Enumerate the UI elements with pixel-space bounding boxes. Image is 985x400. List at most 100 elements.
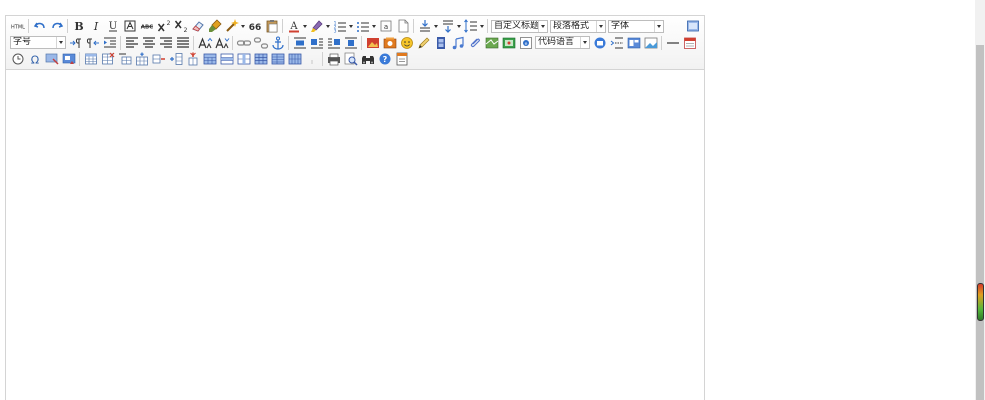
toolbar-row-3: Ω ? xyxy=(9,51,701,68)
insert-video-button[interactable] xyxy=(432,35,449,51)
justify-right-button[interactable] xyxy=(157,35,174,51)
pagebreak-button[interactable] xyxy=(608,35,625,51)
music-button[interactable] xyxy=(449,35,466,51)
page-scrollbar[interactable] xyxy=(975,0,985,400)
time-button[interactable] xyxy=(9,51,26,67)
split-to-rows-button[interactable] xyxy=(269,51,286,67)
paragraph-format-select[interactable]: 段落格式 xyxy=(550,19,606,33)
clear-doc-button[interactable] xyxy=(394,18,411,34)
print-button[interactable] xyxy=(325,51,342,67)
scrollbar-thumb[interactable] xyxy=(976,45,984,400)
unordered-list-button[interactable] xyxy=(354,18,371,34)
line-height-dropdown[interactable] xyxy=(479,18,485,34)
anchor-button[interactable] xyxy=(269,35,286,51)
split-to-cols-button[interactable] xyxy=(286,51,303,67)
image-none-button[interactable] xyxy=(291,35,308,51)
indent-button[interactable] xyxy=(101,35,118,51)
split-to-cells-button[interactable] xyxy=(252,51,269,67)
omega-icon: Ω xyxy=(30,54,38,67)
toolbar-separator xyxy=(288,35,289,50)
remove-format-button[interactable] xyxy=(189,18,206,34)
insert-col-button[interactable] xyxy=(167,51,184,67)
strikethrough-button[interactable]: ABC xyxy=(138,18,155,34)
italic-button[interactable]: I xyxy=(87,18,104,34)
insert-table-button[interactable] xyxy=(82,51,99,67)
attachment-button[interactable] xyxy=(466,35,483,51)
subscript-button[interactable]: 2 xyxy=(172,18,189,34)
frame-icon: e xyxy=(519,36,532,49)
font-family-select-value: 字体 xyxy=(611,20,630,31)
delete-row-button[interactable] xyxy=(150,51,167,67)
delete-col-button[interactable] xyxy=(184,51,201,67)
special-chars-button[interactable]: Ω xyxy=(26,51,43,67)
smiley-button[interactable] xyxy=(398,35,415,51)
background-button[interactable] xyxy=(642,35,659,51)
source-html-button[interactable]: HTML xyxy=(9,18,26,34)
format-match-button[interactable] xyxy=(206,18,223,34)
scrawl-button[interactable] xyxy=(415,35,432,51)
direction-ltr-button[interactable] xyxy=(67,35,84,51)
auto-typeset-button[interactable] xyxy=(223,18,240,34)
image-left-button[interactable] xyxy=(308,35,325,51)
touppercase-button[interactable] xyxy=(196,35,213,51)
fullscreen-button[interactable] xyxy=(684,18,701,34)
insert-frame-button[interactable]: e xyxy=(517,35,534,51)
merge-down-button[interactable] xyxy=(235,51,252,67)
bold-button[interactable]: B xyxy=(70,18,87,34)
backcolor-button[interactable] xyxy=(308,18,325,34)
preview-button[interactable] xyxy=(342,51,359,67)
insert-row-button[interactable] xyxy=(133,51,150,67)
undo-button[interactable] xyxy=(31,18,48,34)
row-spacing-top-button[interactable] xyxy=(416,18,433,34)
code-language-select[interactable]: 代码语言 xyxy=(535,36,590,50)
font-family-select[interactable]: 字体 xyxy=(608,19,664,33)
gmap-button[interactable] xyxy=(500,35,517,51)
date-button[interactable] xyxy=(681,35,698,51)
wordimage-button[interactable] xyxy=(60,51,77,67)
image-right-button[interactable] xyxy=(325,35,342,51)
paste-plain-button[interactable] xyxy=(263,18,280,34)
image-center-button[interactable] xyxy=(342,35,359,51)
justify-center-button[interactable] xyxy=(140,35,157,51)
charts-button[interactable] xyxy=(303,51,320,67)
font-size-select[interactable]: 字号 xyxy=(10,36,66,50)
webapp-button[interactable] xyxy=(591,35,608,51)
link-button[interactable] xyxy=(235,35,252,51)
forecolor-button[interactable]: A xyxy=(285,18,302,34)
drafts-button[interactable] xyxy=(393,51,410,67)
tolowercase-button[interactable] xyxy=(213,35,230,51)
search-replace-button[interactable] xyxy=(359,51,376,67)
help-button[interactable]: ? xyxy=(376,51,393,67)
map-button[interactable] xyxy=(483,35,500,51)
font-border-button[interactable] xyxy=(121,18,138,34)
image-icon xyxy=(366,37,379,48)
redo-button[interactable] xyxy=(48,18,65,34)
justify-full-button[interactable] xyxy=(174,35,191,51)
unlink-button[interactable] xyxy=(252,35,269,51)
editor-content-area[interactable] xyxy=(6,70,704,400)
italic-label: I xyxy=(92,20,98,33)
film-icon xyxy=(436,36,445,49)
line-height-button[interactable] xyxy=(462,18,479,34)
ordered-list-button[interactable]: 123 xyxy=(331,18,348,34)
merge-cells-button[interactable] xyxy=(201,51,218,67)
delete-table-button[interactable] xyxy=(99,51,116,67)
template-button[interactable] xyxy=(625,35,642,51)
insert-paragraph-before-table-button[interactable] xyxy=(116,51,133,67)
superscript-button[interactable]: 2 xyxy=(155,18,172,34)
direction-rtl-button[interactable] xyxy=(84,35,101,51)
snapscreen-button[interactable] xyxy=(43,51,60,67)
custom-title-select[interactable]: 自定义标题 xyxy=(491,19,548,33)
select-all-button[interactable]: a xyxy=(377,18,394,34)
emotion-button[interactable] xyxy=(381,35,398,51)
lowercase-icon xyxy=(214,37,229,48)
horizontal-rule-button[interactable] xyxy=(664,35,681,51)
insert-image-button[interactable] xyxy=(364,35,381,51)
image-left-icon xyxy=(310,38,323,49)
blockquote-button[interactable]: 66 xyxy=(246,18,263,34)
justify-left-button[interactable] xyxy=(123,35,140,51)
paragraph-before-table-icon xyxy=(118,53,131,65)
underline-button[interactable]: U xyxy=(104,18,121,34)
row-spacing-bottom-button[interactable] xyxy=(439,18,456,34)
merge-right-button[interactable] xyxy=(218,51,235,67)
